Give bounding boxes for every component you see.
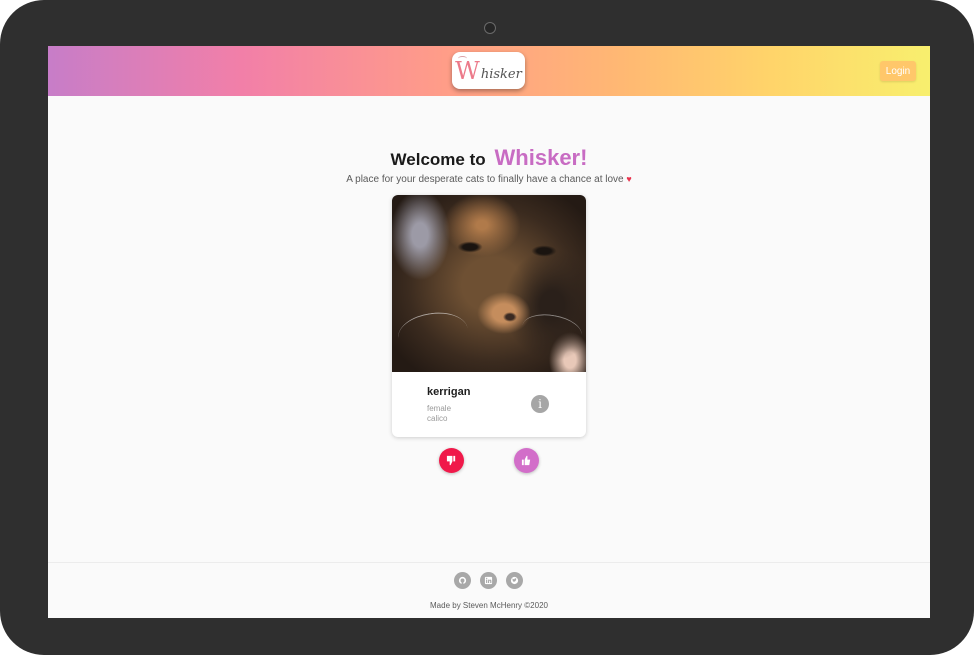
cat-breed: calico <box>427 414 448 423</box>
app-screen: W hisker Login Welcome to Whisker! A pla… <box>48 46 930 618</box>
heart-icon: ♥ <box>626 174 632 184</box>
header-bar: W hisker Login <box>48 46 930 96</box>
tagline: A place for your desperate cats to final… <box>48 174 930 185</box>
cat-card: kerrigan female calico i <box>392 195 586 437</box>
info-icon[interactable]: i <box>531 395 549 413</box>
footer-divider <box>48 562 930 563</box>
twitter-link[interactable] <box>506 572 523 589</box>
github-icon <box>458 576 467 585</box>
tablet-frame: W hisker Login Welcome to Whisker! A pla… <box>0 0 974 655</box>
cat-gender: female <box>427 404 452 413</box>
cat-photo <box>392 195 586 372</box>
whisker-logo[interactable]: W hisker <box>452 52 525 89</box>
thumbs-up-icon <box>521 455 531 466</box>
tagline-text: A place for your desperate cats to final… <box>346 174 624 185</box>
logo-wordmark: hisker <box>480 67 522 82</box>
github-link[interactable] <box>454 572 471 589</box>
camera-icon <box>484 22 496 34</box>
like-button[interactable] <box>514 448 539 473</box>
footer-credit: Made by Steven McHenry ©2020 <box>430 601 548 610</box>
welcome-brand: Whisker! <box>494 145 588 170</box>
login-button[interactable]: Login <box>880 61 916 81</box>
linkedin-link[interactable] <box>480 572 497 589</box>
thumbs-down-icon <box>446 455 456 466</box>
page-title: Welcome to Whisker! <box>48 136 930 173</box>
twitter-icon <box>510 576 519 585</box>
logo-initial: W <box>455 55 480 85</box>
linkedin-icon <box>484 576 493 585</box>
cat-name: kerrigan <box>427 386 471 398</box>
dislike-button[interactable] <box>439 448 464 473</box>
welcome-lead: Welcome to <box>390 150 486 169</box>
